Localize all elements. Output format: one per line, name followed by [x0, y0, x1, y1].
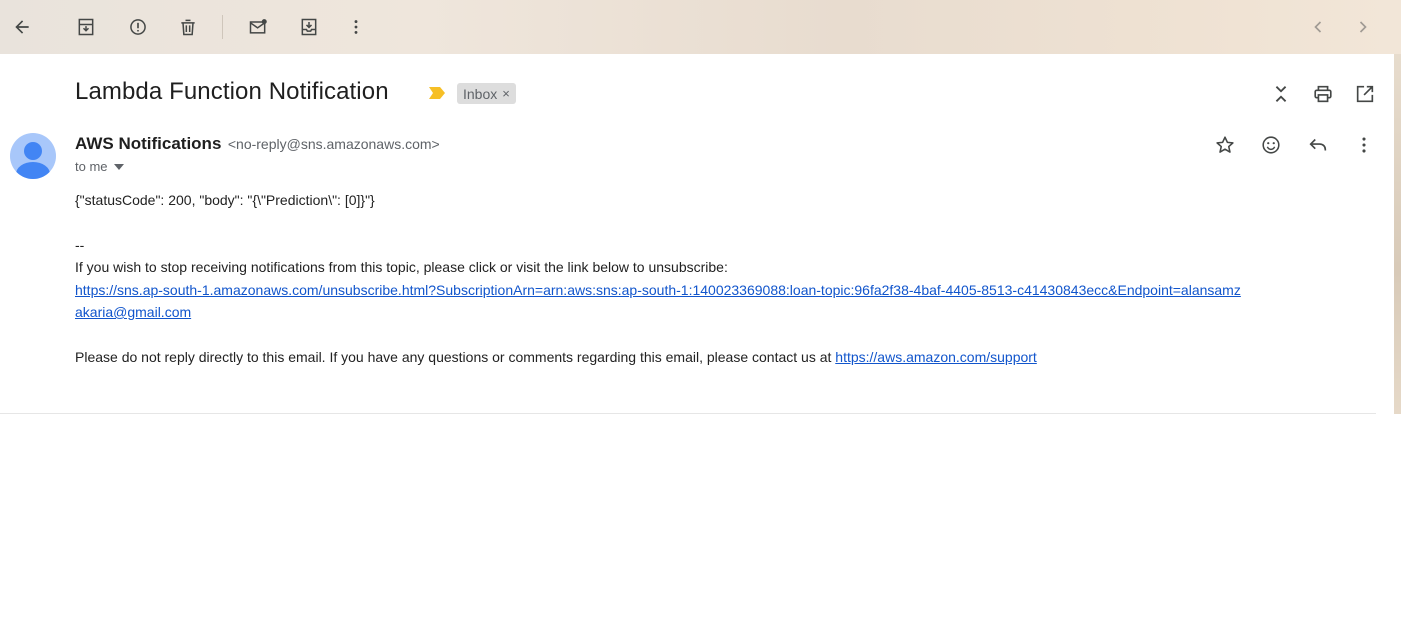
unsubscribe-text: If you wish to stop receiving notificati…	[75, 259, 728, 275]
open-in-new-window-button[interactable]	[1353, 82, 1377, 106]
divider	[0, 413, 1376, 414]
unsubscribe-link-continued[interactable]: akaria@gmail.com	[75, 304, 191, 320]
report-spam-icon	[130, 19, 146, 35]
move-to-button[interactable]	[293, 11, 325, 43]
message-more-button[interactable]	[1352, 133, 1376, 157]
footer-text: Please do not reply directly to this ema…	[75, 349, 1037, 365]
more-vert-icon	[1362, 137, 1366, 153]
recipient-text: to me	[75, 159, 108, 174]
background-strip	[1394, 54, 1401, 414]
label-chip-text: Inbox	[463, 85, 498, 102]
unsubscribe-link[interactable]: https://sns.ap-south-1.amazonaws.com/uns…	[75, 282, 1241, 298]
back-button[interactable]	[6, 11, 38, 43]
sender-avatar[interactable]	[10, 133, 56, 179]
body-json-line: {"statusCode": 200, "body": "{\"Predicti…	[75, 192, 375, 208]
email-subject: Lambda Function Notification	[75, 78, 389, 105]
mark-unread-icon	[249, 19, 267, 34]
sender-line: AWS Notifications <no-reply@sns.amazonaw…	[75, 134, 440, 154]
chevron-left-icon	[1314, 21, 1322, 33]
star-button[interactable]	[1213, 133, 1237, 157]
show-details-caret-icon[interactable]	[113, 163, 124, 170]
collapse-all-icon	[1275, 86, 1287, 102]
more-options-button[interactable]	[340, 11, 372, 43]
toolbar	[0, 0, 1401, 54]
reply-icon	[1309, 138, 1327, 151]
recipient-line: to me	[75, 159, 124, 174]
sender-name[interactable]: AWS Notifications	[75, 134, 221, 153]
more-vert-icon	[354, 20, 358, 34]
collapse-all-button[interactable]	[1269, 82, 1293, 106]
toolbar-divider	[222, 15, 223, 39]
body-separator: --	[75, 237, 85, 253]
star-icon	[1216, 136, 1234, 153]
delete-button[interactable]	[172, 11, 204, 43]
archive-icon	[78, 18, 94, 36]
avatar-body	[16, 162, 50, 179]
print-button[interactable]	[1311, 82, 1335, 106]
newer-button[interactable]	[1302, 11, 1334, 43]
support-link[interactable]: https://aws.amazon.com/support	[835, 349, 1037, 365]
add-reaction-button[interactable]	[1259, 133, 1283, 157]
label-chip-inbox: Inbox ×	[457, 83, 516, 104]
archive-button[interactable]	[70, 11, 102, 43]
avatar-head	[24, 142, 42, 160]
emoji-icon	[1262, 136, 1280, 154]
delete-icon	[181, 19, 195, 36]
remove-label-icon[interactable]: ×	[502, 86, 510, 101]
sender-email: <no-reply@sns.amazonaws.com>	[227, 136, 440, 152]
footer-text-content: Please do not reply directly to this ema…	[75, 349, 836, 365]
older-button[interactable]	[1347, 11, 1379, 43]
chevron-right-icon	[1359, 21, 1367, 33]
move-to-icon	[301, 18, 317, 36]
print-icon	[1314, 85, 1332, 103]
important-marker-icon[interactable]	[428, 86, 446, 100]
back-arrow-icon	[15, 20, 29, 34]
reply-button[interactable]	[1306, 133, 1330, 157]
report-spam-button[interactable]	[122, 11, 154, 43]
mark-unread-button[interactable]	[242, 11, 274, 43]
open-in-new-icon	[1356, 85, 1374, 103]
